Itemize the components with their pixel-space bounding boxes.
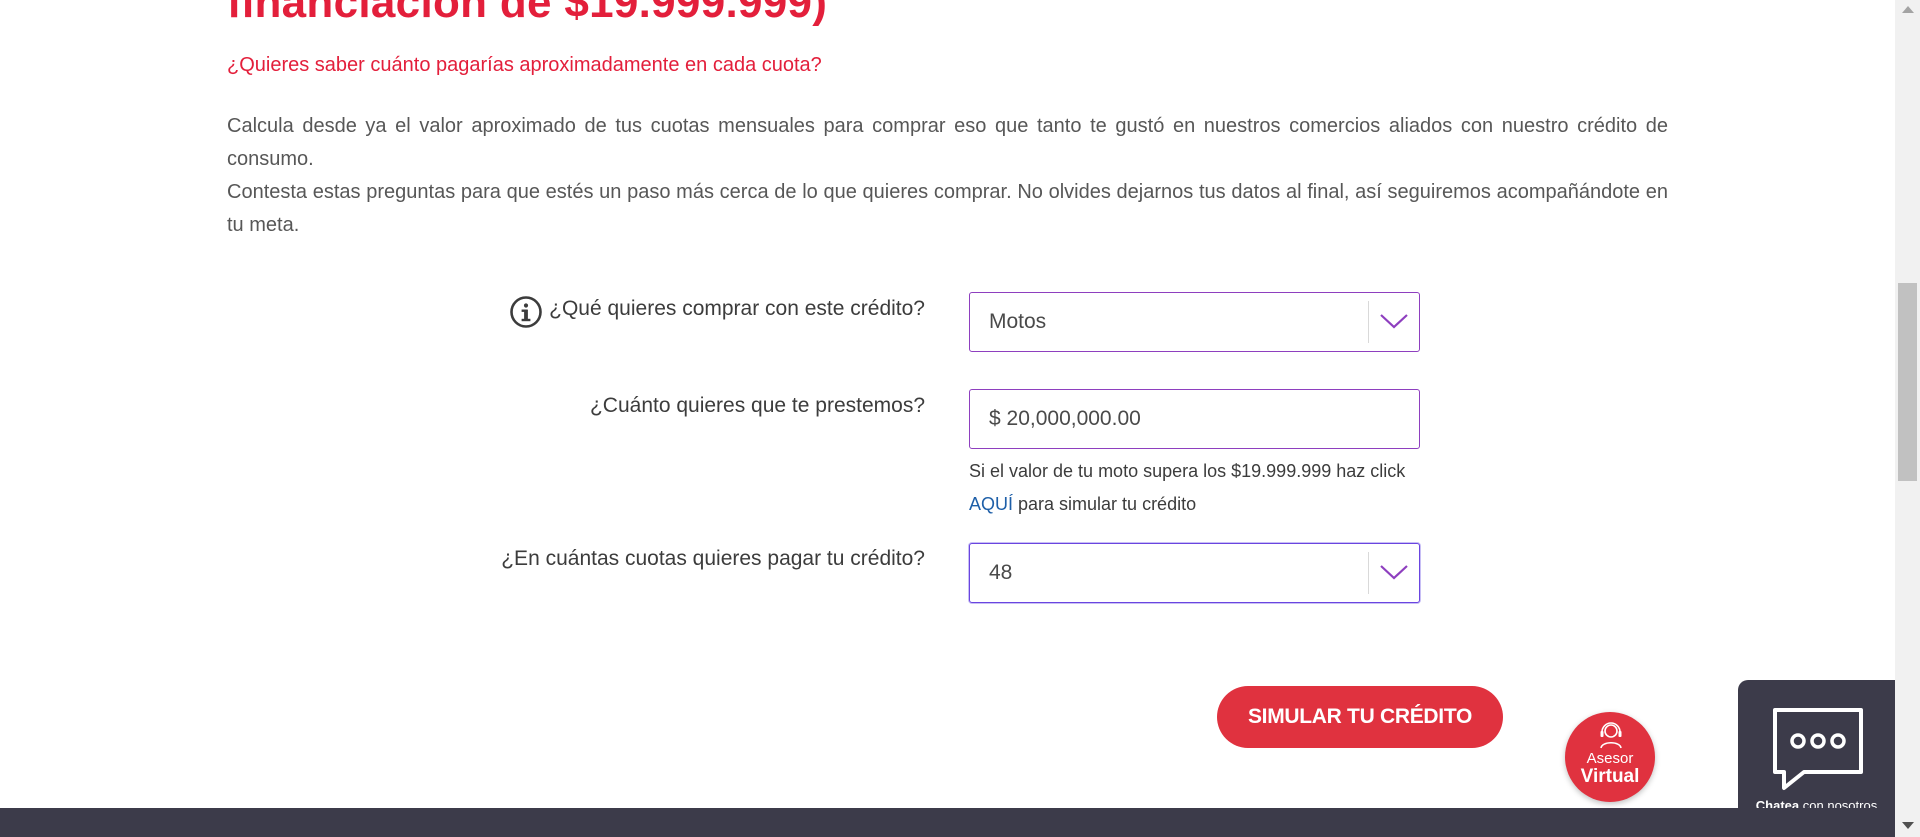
amount-input[interactable]: $ 20,000,000.00 bbox=[969, 389, 1420, 449]
section-heading: financiación de $19.999.999) bbox=[227, 0, 828, 27]
select-divider bbox=[1368, 552, 1369, 594]
virtual-advisor-line1: Asesor bbox=[1586, 750, 1634, 767]
chevron-down-icon[interactable] bbox=[1379, 560, 1409, 584]
installments-select[interactable]: 48 bbox=[969, 543, 1420, 603]
footer-band bbox=[0, 808, 1895, 837]
amount-input-value: $ 20,000,000.00 bbox=[989, 407, 1141, 430]
virtual-advisor-button[interactable]: Asesor Virtual bbox=[1565, 712, 1655, 802]
scroll-up-arrow-icon[interactable] bbox=[1902, 6, 1914, 13]
intro-paragraph-2: Contesta estas preguntas para que estés … bbox=[227, 181, 1668, 236]
aqui-link[interactable]: AQUÍ bbox=[969, 494, 1013, 514]
scroll-down-arrow-icon[interactable] bbox=[1902, 822, 1914, 829]
chevron-down-icon[interactable] bbox=[1379, 309, 1409, 333]
intro-text: Calcula desde ya el valor aproximado de … bbox=[227, 110, 1668, 242]
amount-help-prefix: Si el valor de tu moto supera los $19.99… bbox=[969, 461, 1406, 481]
info-circle-icon[interactable] bbox=[509, 295, 543, 329]
virtual-advisor-line2: Virtual bbox=[1580, 766, 1640, 787]
product-select-value: Motos bbox=[989, 310, 1047, 333]
select-divider bbox=[1368, 301, 1369, 343]
question-product-label: ¿Qué quieres comprar con este crédito? bbox=[549, 297, 925, 320]
amount-help-text: Si el valor de tu moto supera los $19.99… bbox=[969, 455, 1439, 521]
question-amount-label: ¿Cuánto quieres que te prestemos? bbox=[589, 394, 925, 417]
simulate-credit-button[interactable]: SIMULAR TU CRÉDITO bbox=[1217, 686, 1503, 748]
section-subtitle: ¿Quieres saber cuánto pagarías aproximad… bbox=[227, 54, 822, 76]
question-installments-label: ¿En cuántas cuotas quieres pagar tu créd… bbox=[501, 547, 925, 570]
headset-agent-icon bbox=[1600, 722, 1622, 749]
page: financiación de $19.999.999) ¿Quieres sa… bbox=[0, 0, 1920, 837]
amount-help-suffix: para simular tu crédito bbox=[1013, 494, 1197, 514]
speech-bubble-icon bbox=[1773, 708, 1863, 790]
intro-paragraph-1: Calcula desde ya el valor aproximado de … bbox=[227, 115, 1668, 170]
vertical-scrollbar[interactable] bbox=[1895, 0, 1920, 837]
installments-select-value: 48 bbox=[989, 561, 1013, 584]
scrollbar-thumb[interactable] bbox=[1898, 283, 1917, 481]
product-select[interactable]: Motos bbox=[969, 292, 1420, 352]
